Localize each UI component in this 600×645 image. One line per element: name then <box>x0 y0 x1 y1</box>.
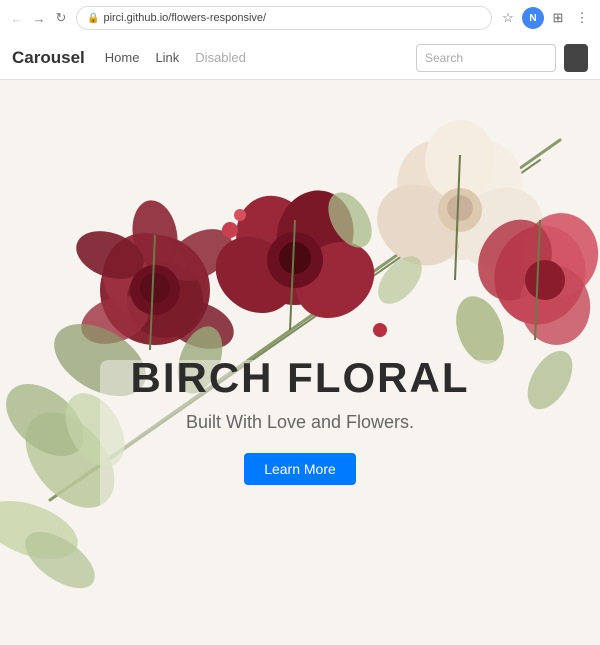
lock-icon: 🔒 <box>87 13 99 24</box>
search-input[interactable] <box>416 44 556 72</box>
site-navbar: Carousel Home Link Disabled <box>0 36 600 80</box>
hero-subtitle: Built With Love and Flowers. <box>130 412 470 433</box>
nav-link-home[interactable]: Home <box>105 50 140 65</box>
url-text: pirci.github.io/flowers-responsive/ <box>103 12 266 24</box>
browser-nav-icons: ← → ↻ <box>8 9 70 27</box>
bookmark-button[interactable]: ☆ <box>498 8 518 28</box>
learn-more-button[interactable]: Learn More <box>244 453 356 485</box>
browser-icons: ☆ N ⊞ ⋮ <box>498 7 592 29</box>
extensions-button[interactable]: ⊞ <box>548 8 568 28</box>
browser-toolbar: ← → ↻ 🔒 pirci.github.io/flowers-responsi… <box>0 0 600 36</box>
address-bar[interactable]: 🔒 pirci.github.io/flowers-responsive/ <box>76 6 492 30</box>
navbar-brand: Carousel <box>12 48 85 68</box>
forward-button[interactable]: → <box>30 9 48 27</box>
hero-section: BIRCH FLORAL Built With Love and Flowers… <box>0 80 600 645</box>
nav-link-disabled: Disabled <box>195 50 246 65</box>
menu-button[interactable]: ⋮ <box>572 8 592 28</box>
navbar-links: Home Link Disabled <box>105 50 416 65</box>
back-button[interactable]: ← <box>8 9 26 27</box>
profile-letter: N <box>529 13 536 24</box>
hero-title: BIRCH FLORAL <box>130 354 470 402</box>
profile-icon[interactable]: N <box>522 7 544 29</box>
navbar-button[interactable] <box>564 44 588 72</box>
browser-chrome: ← → ↻ 🔒 pirci.github.io/flowers-responsi… <box>0 0 600 36</box>
navbar-search-area <box>416 44 588 72</box>
hero-content: BIRCH FLORAL Built With Love and Flowers… <box>130 354 470 485</box>
reload-button[interactable]: ↻ <box>52 9 70 27</box>
nav-link-link[interactable]: Link <box>155 50 179 65</box>
